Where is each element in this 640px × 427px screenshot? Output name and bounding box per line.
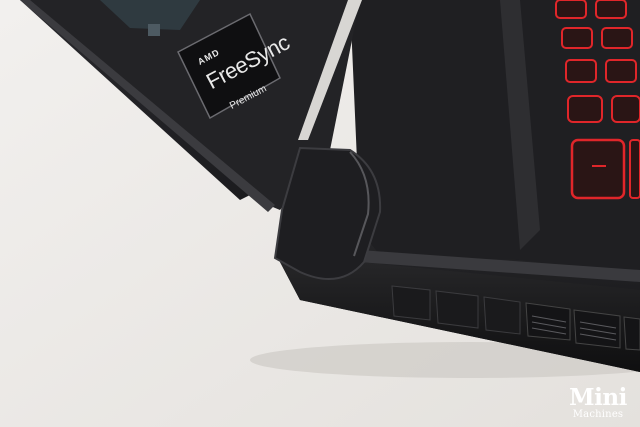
vent-block bbox=[435, 290, 479, 329]
keyboard-deck bbox=[350, 0, 640, 275]
watermark-title: Mini bbox=[569, 384, 627, 411]
vent-grille bbox=[573, 309, 621, 349]
vent-block bbox=[391, 285, 431, 321]
watermark: Mini Machines bbox=[562, 384, 634, 421]
windows-logo-icon bbox=[148, 24, 160, 36]
watermark-subtitle: Machines bbox=[572, 409, 624, 420]
vent-block bbox=[483, 296, 521, 335]
vent-grille bbox=[623, 316, 640, 351]
photo-scene: AMD FreeSync Premium Mini Machines bbox=[0, 0, 640, 427]
laptop-illustration bbox=[0, 0, 640, 427]
